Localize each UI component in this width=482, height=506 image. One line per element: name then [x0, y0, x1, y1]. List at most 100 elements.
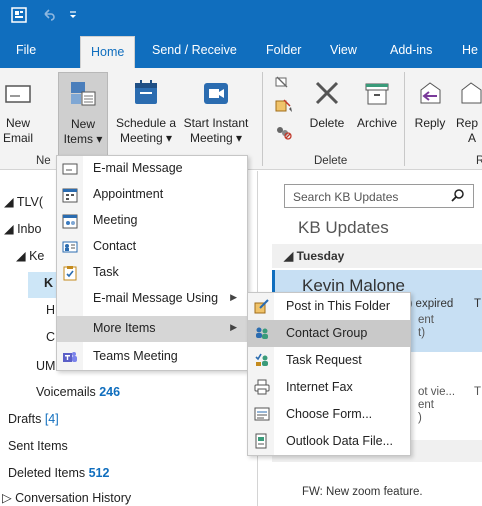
folder-voicemails[interactable]: Voicemails 246: [36, 385, 120, 399]
menu-item-label: Appointment: [93, 187, 164, 201]
ribbon-separator: [262, 72, 263, 166]
archive-icon: [354, 78, 400, 112]
message-preview-fragment: ent: [418, 314, 434, 326]
folder-title: KB Updates: [298, 218, 389, 237]
clean-up-icon[interactable]: [274, 98, 294, 117]
menu-item-label: E-mail Message Using: [93, 291, 219, 305]
inbox-node[interactable]: ◢ Inbo: [4, 221, 41, 236]
message-preview-fragment: t): [418, 327, 426, 339]
menu-item-label: Task: [93, 265, 119, 279]
undo-icon[interactable]: [42, 8, 56, 26]
submenu-item-task-request[interactable]: Task Request: [248, 347, 410, 374]
message-preview-fragment: ent: [418, 399, 434, 411]
menu-item-appointment[interactable]: Appointment: [57, 182, 247, 208]
voicemails-count: 246: [99, 385, 121, 399]
schedule-meeting-button[interactable]: Schedule a Meeting ▾: [114, 78, 178, 146]
task-request-icon: [254, 352, 270, 368]
account-node[interactable]: ◢ TLV(: [4, 194, 43, 209]
menu-item-meeting[interactable]: Meeting: [57, 208, 247, 234]
deleted-count: 512: [88, 466, 110, 480]
reply-all-button[interactable]: Rep A: [456, 78, 482, 146]
folder-item-c[interactable]: C: [46, 330, 55, 344]
folder-conversation-history[interactable]: ▷ Conversation History: [2, 490, 131, 505]
deleted-label: Deleted Items: [8, 466, 86, 480]
new-email-label-2: Email: [2, 131, 33, 145]
drafts-count: [4]: [44, 412, 59, 426]
menu-item-label: Meeting: [93, 213, 138, 227]
folder-deleted-items[interactable]: Deleted Items 512: [8, 466, 109, 480]
start-instant-meeting-button[interactable]: Start Instant Meeting ▾: [180, 78, 252, 146]
ignore-icon[interactable]: [274, 74, 290, 93]
submenu-item-contact-group[interactable]: Contact Group: [248, 320, 410, 347]
new-items-button[interactable]: New Items ▾: [58, 72, 108, 156]
submenu-item-outlook-data-file[interactable]: Outlook Data File...: [248, 428, 410, 455]
search-icon[interactable]: [451, 188, 465, 205]
schedule-label-2: Meeting ▾: [119, 131, 173, 145]
voicemails-label: Voicemails: [36, 385, 96, 399]
submenu-item-choose-form[interactable]: Choose Form...: [248, 401, 410, 428]
meeting-icon: [62, 213, 78, 229]
folder-item-h[interactable]: H: [46, 303, 55, 317]
tab-folder[interactable]: Folder: [266, 32, 301, 68]
reply-all-label-2: A: [468, 131, 477, 145]
quick-access-dropdown-icon[interactable]: [68, 8, 78, 26]
submenu-item-post-in-this-folder[interactable]: Post in This Folder: [248, 293, 410, 320]
delete-button[interactable]: Delete: [304, 78, 350, 131]
menu-item-more-items[interactable]: More Items ▶: [57, 316, 247, 342]
new-email-icon: [2, 78, 34, 112]
tab-send-receive[interactable]: Send / Receive: [152, 32, 237, 68]
menu-item-email-message[interactable]: E-mail Message: [57, 156, 247, 182]
tab-file[interactable]: File: [16, 32, 36, 68]
menu-item-teams-meeting[interactable]: Teams Meeting: [57, 344, 247, 370]
archive-button[interactable]: Archive: [354, 78, 400, 131]
message-preview-fragment: T: [474, 386, 482, 398]
reply-button[interactable]: Reply: [410, 78, 450, 131]
menu-item-contact[interactable]: Contact: [57, 234, 247, 260]
tab-help[interactable]: He: [462, 32, 478, 68]
reply-all-label-1: Rep: [456, 116, 479, 130]
task-icon: [62, 265, 78, 281]
message-preview-fragment: ): [418, 412, 422, 424]
kb-folder-node[interactable]: ◢ Ke: [16, 248, 44, 263]
menu-item-task[interactable]: Task: [57, 260, 247, 286]
new-items-label-1: New: [70, 117, 95, 131]
day-group-header[interactable]: ◢ Tuesday: [272, 244, 482, 268]
outlook-app-icon[interactable]: [10, 6, 28, 28]
menu-item-label: E-mail Message: [93, 161, 183, 175]
contact-card-icon: [62, 239, 78, 255]
more-items-submenu: Post in This Folder Contact Group Task R…: [247, 292, 411, 456]
submenu-arrow-icon: ▶: [230, 322, 237, 332]
folder-drafts[interactable]: Drafts [4]: [8, 412, 59, 426]
tab-home[interactable]: Home: [80, 36, 136, 68]
message-preview-fragment: ot vie...: [418, 386, 456, 398]
video-camera-icon: [180, 78, 252, 112]
search-input[interactable]: Search KB Updates: [284, 184, 474, 208]
menu-item-email-message-using[interactable]: E-mail Message Using ▶: [57, 286, 247, 312]
submenu-arrow-icon: ▶: [230, 292, 237, 302]
contact-group-icon: [254, 325, 270, 341]
group-label-new: Ne: [36, 155, 51, 167]
new-email-label-1: New: [5, 116, 30, 130]
new-email-button[interactable]: New Email: [2, 78, 34, 146]
tab-add-ins[interactable]: Add-ins: [390, 32, 432, 68]
new-items-icon: [59, 79, 107, 113]
teams-icon: [62, 349, 78, 365]
reply-icon: [410, 78, 450, 112]
fax-icon: [254, 379, 270, 395]
folder-item-um[interactable]: UM: [36, 359, 55, 373]
start-instant-label-1: Start Instant: [183, 116, 249, 130]
group-label-respond: R: [476, 155, 482, 167]
folder-item-k[interactable]: K: [44, 276, 53, 290]
message-subject-tail: T: [474, 298, 482, 310]
submenu-item-label: Task Request: [286, 353, 362, 367]
submenu-item-label: Contact Group: [286, 326, 368, 340]
post-icon: [254, 298, 270, 314]
ribbon-separator: [404, 72, 405, 166]
submenu-item-internet-fax[interactable]: Internet Fax: [248, 374, 410, 401]
folder-sent-items[interactable]: Sent Items: [8, 439, 68, 453]
submenu-item-label: Post in This Folder: [286, 299, 390, 313]
menu-item-label: More Items: [93, 321, 156, 335]
schedule-label-1: Schedule a: [115, 116, 177, 130]
tab-view[interactable]: View: [330, 32, 357, 68]
junk-icon[interactable]: [274, 124, 294, 143]
